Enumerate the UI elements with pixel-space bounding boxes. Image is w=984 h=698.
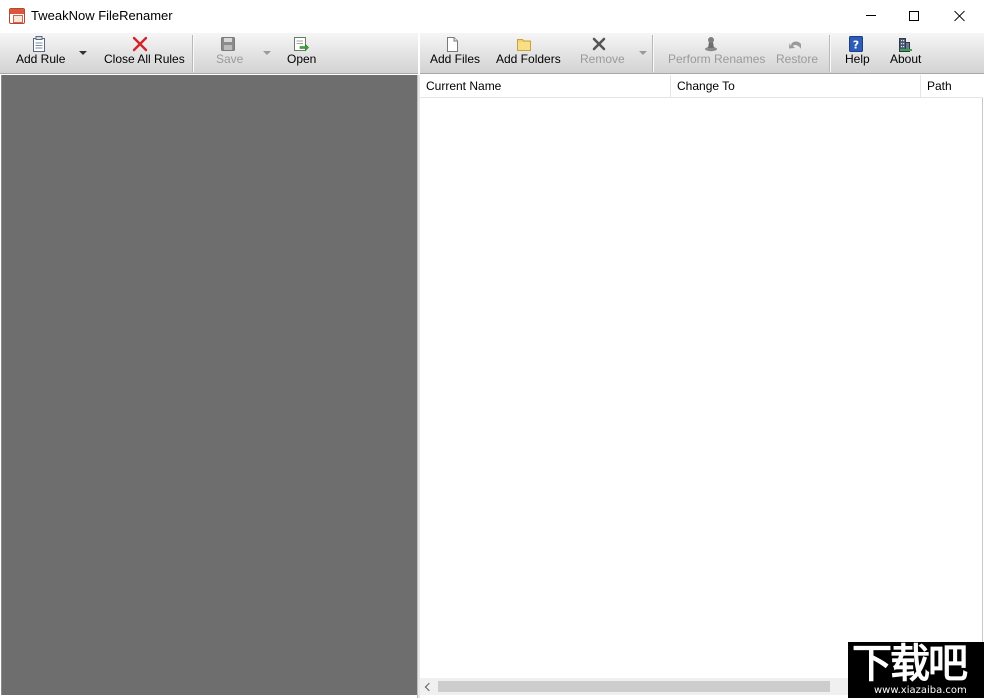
open-file-icon [294,37,309,52]
help-question-icon: ? [849,36,863,52]
column-header-path[interactable]: Path [921,75,983,98]
minimize-icon [866,15,876,16]
close-all-rules-label: Close All Rules [104,52,185,66]
scrollbar-thumb[interactable] [438,681,830,692]
maximize-icon [909,10,919,21]
close-icon [954,10,966,22]
column-header-current-name[interactable]: Current Name [420,75,671,98]
open-label: Open [287,52,317,66]
add-rule-icon [33,36,45,52]
rules-pane[interactable] [1,75,417,695]
save-label: Save [216,52,244,66]
perform-renames-label: Perform Renames [668,52,766,66]
undo-arrow-icon [789,41,801,49]
open-button[interactable]: Open [283,33,319,74]
app-icon[interactable] [9,8,25,24]
add-files-label: Add Files [430,52,481,66]
save-button[interactable]: Save [208,33,248,74]
watermark-brand: 下载吧 [852,641,968,687]
watermark-url: www.xiazaiba.com [874,685,967,696]
blank-file-icon [447,37,458,52]
about-button[interactable]: About [886,33,922,74]
toolbar-separator [829,35,830,72]
files-toolbar: Add Files Add Folders Remove Perform Ren… [420,33,984,74]
rules-toolbar: Add Rule Close All Rules Save Open [0,33,418,74]
toolbar-separator [192,35,193,72]
scroll-left-arrow-icon[interactable] [423,681,434,692]
maximize-button[interactable] [891,0,937,31]
minimize-button[interactable] [848,0,894,31]
remove-label: Remove [580,52,625,66]
add-rule-button[interactable]: Add Rule [11,33,67,74]
site-watermark: 下载吧 www.xiazaiba.com [848,642,984,698]
save-dropdown-arrow[interactable] [263,51,271,55]
folder-icon [517,39,531,51]
about-label: About [890,52,922,66]
toolbar-separator [652,35,653,72]
restore-label: Restore [776,52,819,66]
file-list[interactable]: Current Name Change To Path [420,75,983,696]
help-button[interactable]: ? Help [842,33,870,74]
add-rule-label: Add Rule [16,52,66,66]
remove-button[interactable]: Remove [576,33,625,74]
add-rule-dropdown-arrow[interactable] [79,51,87,55]
remove-x-icon [592,37,606,51]
title-bar: TweakNow FileRenamer [0,0,984,32]
building-icon [899,38,912,52]
perform-renames-button[interactable]: Perform Renames [666,33,765,74]
add-folders-button[interactable]: Add Folders [494,33,561,74]
close-window-button[interactable] [937,0,983,31]
add-files-button[interactable]: Add Files [428,33,480,74]
help-label: Help [845,52,870,66]
add-folders-label: Add Folders [496,52,561,66]
rename-stamp-icon [705,37,717,52]
red-x-icon [132,36,148,52]
close-all-rules-button[interactable]: Close All Rules [100,33,185,74]
file-list-header: Current Name Change To Path [420,75,983,98]
remove-dropdown-arrow[interactable] [639,51,647,55]
svg-text:?: ? [853,39,859,52]
floppy-disk-icon [221,37,235,51]
column-header-change-to[interactable]: Change To [671,75,921,98]
restore-button[interactable]: Restore [774,33,819,74]
window-title: TweakNow FileRenamer [31,8,173,23]
